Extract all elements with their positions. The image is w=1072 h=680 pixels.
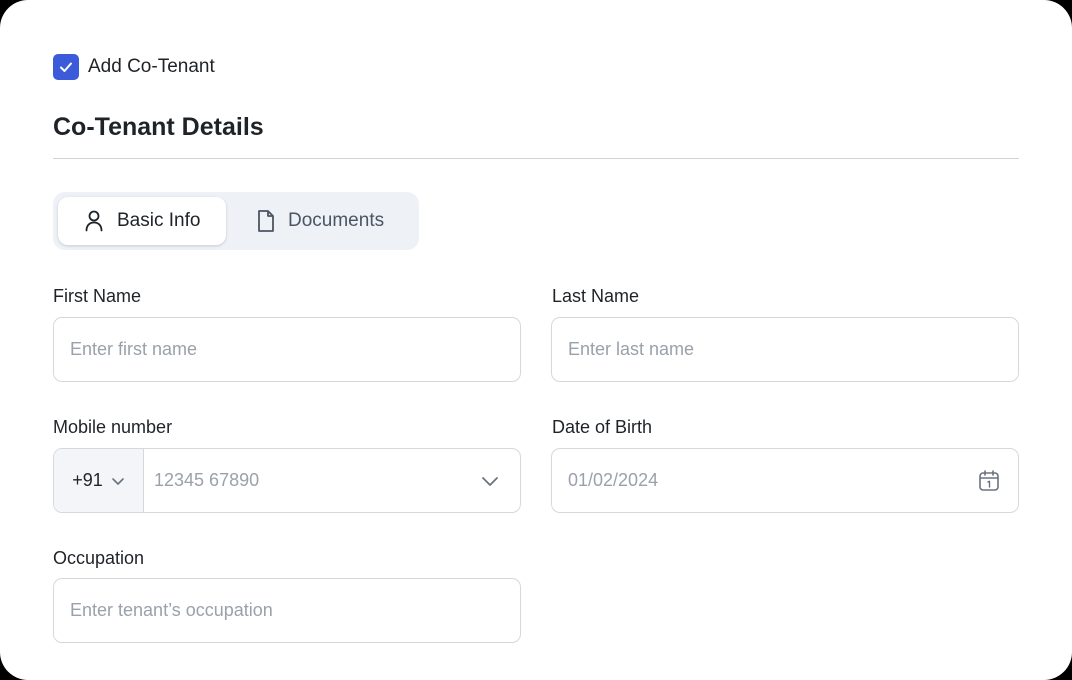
section-divider xyxy=(53,158,1019,159)
co-tenant-card: Add Co-Tenant Co-Tenant Details Basic In… xyxy=(0,0,1072,680)
first-name-input[interactable]: Enter first name xyxy=(53,317,521,382)
tab-bar: Basic Info Documents xyxy=(53,192,419,250)
chevron-down-icon xyxy=(482,476,498,486)
calendar-icon[interactable] xyxy=(978,469,1000,493)
date-of-birth-input[interactable]: 01/02/2024 xyxy=(551,448,1019,513)
add-co-tenant-label[interactable]: Add Co-Tenant xyxy=(88,56,215,78)
first-name-label: First Name xyxy=(53,286,142,306)
first-name-placeholder: Enter first name xyxy=(70,339,198,359)
mobile-dropdown-toggle[interactable] xyxy=(460,449,520,512)
chevron-down-icon xyxy=(111,477,124,485)
last-name-input[interactable]: Enter last name xyxy=(551,317,1019,382)
checkmark-icon xyxy=(60,62,72,72)
last-name-placeholder: Enter last name xyxy=(568,339,695,359)
date-of-birth-label: Date of Birth xyxy=(552,417,653,437)
date-of-birth-value: 01/02/2024 xyxy=(568,470,659,490)
country-code-value: +91 xyxy=(72,470,103,490)
user-icon xyxy=(85,210,103,232)
section-title: Co-Tenant Details xyxy=(53,113,264,141)
tab-documents[interactable]: Documents xyxy=(256,197,384,245)
occupation-placeholder: Enter tenant’s occupation xyxy=(70,600,273,620)
tab-documents-label: Documents xyxy=(288,210,385,231)
mobile-number-label: Mobile number xyxy=(53,417,173,437)
last-name-label: Last Name xyxy=(552,286,640,306)
document-icon xyxy=(258,210,274,232)
tab-basic-info[interactable]: Basic Info xyxy=(58,197,226,245)
mobile-number-placeholder: 12345 67890 xyxy=(154,470,260,490)
tab-basic-info-label: Basic Info xyxy=(117,210,201,231)
add-co-tenant-row[interactable]: Add Co-Tenant xyxy=(53,54,215,80)
add-co-tenant-checkbox[interactable] xyxy=(53,54,79,80)
mobile-number-field: +91 12345 67890 xyxy=(53,448,521,513)
occupation-label: Occupation xyxy=(53,548,145,568)
occupation-input[interactable]: Enter tenant’s occupation xyxy=(53,578,521,643)
country-code-select[interactable]: +91 xyxy=(54,449,144,512)
mobile-number-input[interactable]: 12345 67890 xyxy=(144,449,460,512)
